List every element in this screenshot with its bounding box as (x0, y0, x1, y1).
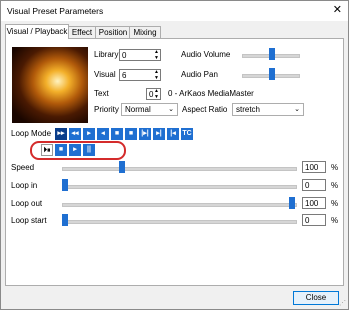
hold-button[interactable]: ■ (125, 128, 137, 140)
stop-button[interactable]: ■ (111, 128, 123, 140)
loop-start-label: Loop start (11, 216, 47, 225)
loop-forward-button[interactable]: ▸▸ (55, 128, 67, 140)
play-backward-button[interactable]: ◂ (97, 128, 109, 140)
loop-out-slider[interactable] (289, 197, 295, 209)
resize-grip-icon[interactable]: ⋰ (339, 299, 346, 307)
loop-in-slider[interactable] (62, 179, 68, 191)
window-title: Visual Preset Parameters (7, 6, 104, 16)
loop-out-track (62, 203, 297, 207)
loop-out-field[interactable]: 100 (302, 197, 326, 209)
loop-mode-label: Loop Mode (11, 129, 52, 138)
visual-label: Visual (94, 70, 116, 79)
visual-preview-image (12, 47, 88, 123)
loop-start-field[interactable]: 0 (302, 214, 326, 226)
speed-track (62, 167, 297, 171)
aspect-ratio-label: Aspect Ratio (182, 105, 228, 114)
highlight-annotation-ring (30, 141, 126, 160)
audio-pan-slider[interactable] (269, 68, 275, 80)
aspect-ratio-value: stretch (236, 105, 261, 114)
loop-start-track (62, 220, 297, 224)
audio-volume-label: Audio Volume (181, 50, 231, 59)
audio-pan-label: Audio Pan (181, 70, 218, 79)
loop-start-unit: % (331, 216, 339, 225)
timecode-button[interactable]: TC (181, 128, 193, 140)
library-spinner[interactable]: ▲ ▼ (152, 49, 161, 61)
text-name: 0 - ArKaos MediaMaster (168, 89, 254, 98)
visual-spinner[interactable]: ▲ ▼ (152, 69, 161, 81)
close-icon[interactable]: ✕ (333, 4, 342, 16)
text-label: Text (94, 89, 109, 98)
title-bar: Visual Preset Parameters ✕ (1, 1, 348, 21)
text-spinner[interactable]: ▲ ▼ (152, 88, 161, 100)
dialog-window: Visual Preset Parameters ✕ Visual / Play… (0, 0, 349, 310)
loop-out-label: Loop out (11, 199, 43, 208)
loop-out-unit: % (331, 199, 339, 208)
loop-in-field[interactable]: 0 (302, 179, 326, 191)
loop-in-label: Loop in (11, 181, 38, 190)
loop-in-unit: % (331, 181, 339, 190)
speed-field[interactable]: 100 (302, 161, 326, 173)
ping-pong-button[interactable]: |▸| (139, 128, 151, 140)
audio-volume-slider[interactable] (269, 48, 275, 60)
speed-unit: % (331, 163, 339, 172)
close-button[interactable]: Close (293, 291, 339, 305)
tab-visual-playback[interactable]: Visual / Playback (5, 24, 69, 39)
speed-slider[interactable] (118, 161, 125, 173)
priority-select[interactable]: Normal ⌄ (121, 103, 178, 116)
speed-label: Speed (11, 163, 35, 172)
once-forward-button[interactable]: ▸| (153, 128, 165, 140)
aspect-ratio-select[interactable]: stretch ⌄ (232, 103, 304, 116)
library-label: Library (94, 50, 119, 59)
play-forward-button[interactable]: ▸ (83, 128, 95, 140)
priority-label: Priority (94, 105, 119, 114)
tab-panel: Library 0 ▲ ▼ Visual 6 ▲ ▼ Text 0 ▲ ▼ 0 - A… (5, 38, 344, 286)
priority-value: Normal (125, 105, 151, 114)
loop-backward-button[interactable]: ◂◂ (69, 128, 81, 140)
chevron-down-icon: ⌄ (294, 106, 300, 113)
loop-start-slider[interactable] (62, 214, 68, 226)
once-backward-button[interactable]: |◂ (167, 128, 179, 140)
chevron-down-icon: ⌄ (168, 106, 174, 113)
loop-in-track (62, 185, 297, 189)
